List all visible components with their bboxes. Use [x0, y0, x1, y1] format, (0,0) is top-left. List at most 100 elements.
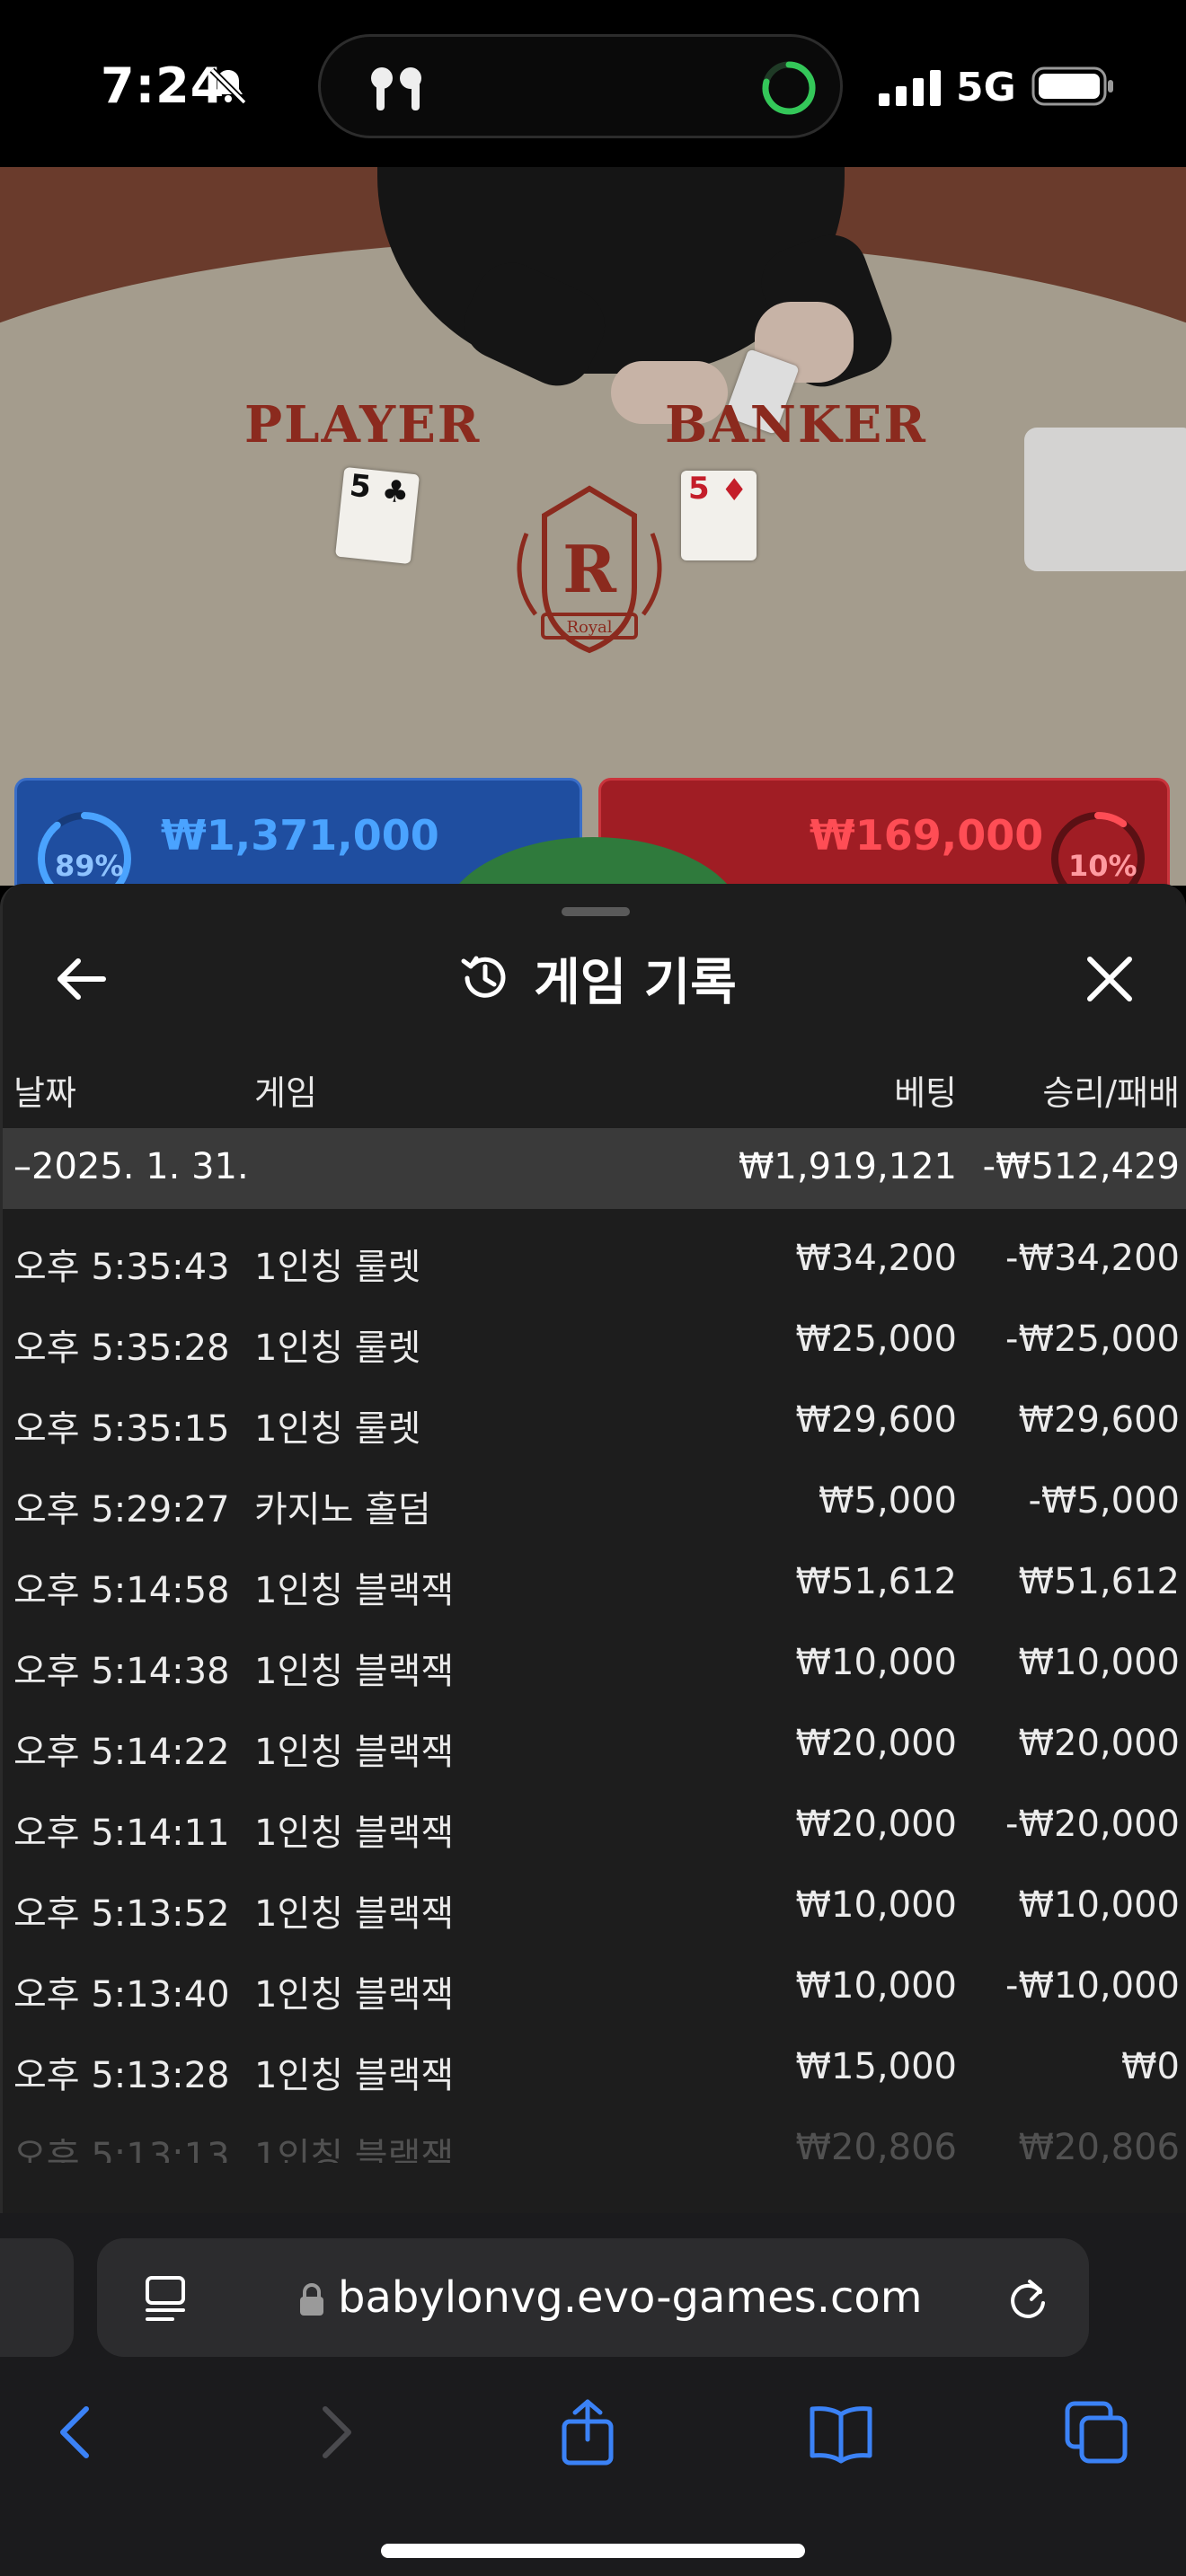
- banker-bet-amount: ₩169,000: [810, 811, 1044, 860]
- table-row[interactable]: 오후 5:13:13 1인칭 블랙잭 ₩20,806 ₩20,806: [3, 2109, 1186, 2163]
- banker-percent: 10%: [1068, 849, 1137, 883]
- home-indicator[interactable]: [381, 2544, 805, 2558]
- dynamic-island: [318, 34, 843, 138]
- panel-title: 게임 기록: [534, 953, 737, 1012]
- row-game: 1인칭 블랙잭: [254, 1651, 455, 1692]
- row-time: 오후 5:35:15: [13, 1408, 230, 1450]
- airpods-icon: [371, 67, 421, 110]
- row-game: 1인칭 룰렛: [254, 1328, 421, 1369]
- book-icon[interactable]: [805, 2396, 877, 2468]
- row-bet: ₩20,806: [795, 2127, 957, 2163]
- tabs-icon[interactable]: [1060, 2396, 1132, 2468]
- network-type: 5G: [956, 65, 1016, 110]
- banker-area-label: BANKER: [665, 395, 927, 454]
- column-header-game: 게임: [254, 1073, 317, 1113]
- history-icon: [461, 956, 506, 998]
- crest-letter: R: [562, 531, 617, 607]
- row-time: 오후 5:14:58: [13, 1570, 230, 1611]
- previous-tab-preview[interactable]: [0, 2238, 74, 2357]
- row-result: ₩10,000: [1018, 1642, 1180, 1683]
- player-area-label: PLAYER: [244, 395, 482, 454]
- address-bar[interactable]: babylonvg.evo-games.com: [97, 2238, 1089, 2357]
- battery-icon: [1031, 66, 1113, 106]
- table-row[interactable]: 오후 5:35:43 1인칭 룰렛 ₩34,200 -₩34,200: [3, 1220, 1186, 1301]
- player-card-suit: ♣: [379, 472, 412, 512]
- lock-icon: [300, 2283, 323, 2316]
- url-text[interactable]: babylonvg.evo-games.com: [338, 2272, 922, 2323]
- table-row[interactable]: 오후 5:35:15 1인칭 룰렛 ₩29,600 ₩29,600: [3, 1381, 1186, 1462]
- row-time: 오후 5:13:40: [13, 1974, 230, 2016]
- column-header-result: 승리/패배: [1042, 1073, 1180, 1113]
- row-result: -₩20,000: [1005, 1804, 1180, 1845]
- row-bet: ₩29,600: [795, 1399, 957, 1441]
- chevron-right-icon[interactable]: [298, 2396, 370, 2468]
- banker-card: 5 ♦: [681, 471, 757, 560]
- table-row[interactable]: 오후 5:14:22 1인칭 블랙잭 ₩20,000 ₩20,000: [3, 1705, 1186, 1786]
- player-card: 5 ♣: [335, 466, 420, 565]
- history-list: 오후 5:35:43 1인칭 룰렛 ₩34,200 -₩34,200 오후 5:…: [3, 1220, 1186, 2163]
- row-game: 1인칭 블랙잭: [254, 1893, 455, 1935]
- row-bet: ₩20,000: [795, 1723, 957, 1764]
- row-result: -₩5,000: [1028, 1480, 1181, 1522]
- row-time: 오후 5:35:28: [13, 1328, 230, 1369]
- column-header-date: 날짜: [13, 1073, 76, 1113]
- row-bet: ₩15,000: [795, 2046, 957, 2087]
- row-result: ₩29,600: [1018, 1399, 1180, 1441]
- reader-icon[interactable]: [142, 2274, 189, 2325]
- row-time: 오후 5:14:11: [13, 1813, 230, 1854]
- row-time: 오후 5:14:22: [13, 1732, 230, 1773]
- row-bet: ₩10,000: [795, 1884, 957, 1926]
- row-bet: ₩10,000: [795, 1642, 957, 1683]
- browser-toolbar: babylonvg.evo-games.com: [0, 2213, 1186, 2576]
- live-dealer-video[interactable]: PLAYER BANKER 5 ♣ 5 ♦ R Royal 89% ₩1,371…: [0, 167, 1186, 886]
- banker-card-rank: 5: [688, 471, 710, 507]
- row-time: 오후 5:14:38: [13, 1651, 230, 1692]
- player-card-rank: 5: [348, 467, 373, 506]
- table-row[interactable]: 오후 5:13:52 1인칭 블랙잭 ₩10,000 ₩10,000: [3, 1866, 1186, 1947]
- progress-ring-icon: [762, 61, 816, 115]
- table-row[interactable]: 오후 5:13:40 1인칭 블랙잭 ₩10,000 -₩10,000: [3, 1947, 1186, 2028]
- table-row[interactable]: 오후 5:35:28 1인칭 룰렛 ₩25,000 -₩25,000: [3, 1301, 1186, 1381]
- table-row[interactable]: 오후 5:13:28 1인칭 블랙잭 ₩15,000 ₩0: [3, 2028, 1186, 2109]
- chevron-left-icon[interactable]: [41, 2396, 113, 2468]
- row-game: 1인칭 룰렛: [254, 1247, 421, 1288]
- date-group-date: –2025. 1. 31.: [13, 1146, 249, 1187]
- panel-header: 게임 기록: [3, 938, 1186, 1019]
- water-bottle: [1024, 428, 1186, 571]
- table-row[interactable]: 오후 5:14:11 1인칭 블랙잭 ₩20,000 -₩20,000: [3, 1786, 1186, 1866]
- status-bar: 7:24 5G: [0, 0, 1186, 167]
- row-bet: ₩20,000: [795, 1804, 957, 1845]
- row-game: 카지노 홀덤: [254, 1489, 431, 1531]
- row-time: 오후 5:13:28: [13, 2055, 230, 2096]
- row-result: ₩51,612: [1018, 1561, 1180, 1602]
- share-icon[interactable]: [552, 2396, 624, 2468]
- date-group-row[interactable]: –2025. 1. 31. ₩1,919,121 -₩512,429: [3, 1128, 1186, 1209]
- column-header-bet: 베팅: [894, 1073, 957, 1113]
- row-bet: ₩25,000: [795, 1319, 957, 1360]
- row-game: 1인칭 블랙잭: [254, 1974, 455, 2016]
- row-result: -₩34,200: [1005, 1238, 1180, 1279]
- drag-handle[interactable]: [562, 907, 630, 916]
- row-game: 1인칭 블랙잭: [254, 2136, 455, 2163]
- table-row[interactable]: 오후 5:14:58 1인칭 블랙잭 ₩51,612 ₩51,612: [3, 1543, 1186, 1624]
- player-percent: 89%: [55, 849, 124, 883]
- close-icon[interactable]: [1074, 943, 1146, 1015]
- row-bet: ₩10,000: [795, 1965, 957, 2007]
- row-game: 1인칭 블랙잭: [254, 1570, 455, 1611]
- table-row[interactable]: 오후 5:14:38 1인칭 블랙잭 ₩10,000 ₩10,000: [3, 1624, 1186, 1705]
- row-result: ₩0: [1121, 2046, 1180, 2087]
- table-row[interactable]: 오후 5:29:27 카지노 홀덤 ₩5,000 -₩5,000: [3, 1462, 1186, 1543]
- banker-card-suit: ♦: [721, 472, 748, 508]
- table-header: 날짜 게임 베팅 승리/패배: [3, 1060, 1186, 1114]
- row-game: 1인칭 블랙잭: [254, 1732, 455, 1773]
- row-result: -₩10,000: [1005, 1965, 1180, 2007]
- row-time: 오후 5:29:27: [13, 1489, 230, 1531]
- row-bet: ₩34,200: [795, 1238, 957, 1279]
- reload-icon[interactable]: [1003, 2274, 1053, 2325]
- row-bet: ₩5,000: [818, 1480, 957, 1522]
- cellular-signal-icon: [879, 70, 941, 106]
- crest-subtitle: Royal: [566, 618, 612, 637]
- date-group-bet-total: ₩1,919,121: [738, 1146, 957, 1187]
- row-result: ₩20,000: [1018, 1723, 1180, 1764]
- row-time: 오후 5:35:43: [13, 1247, 230, 1288]
